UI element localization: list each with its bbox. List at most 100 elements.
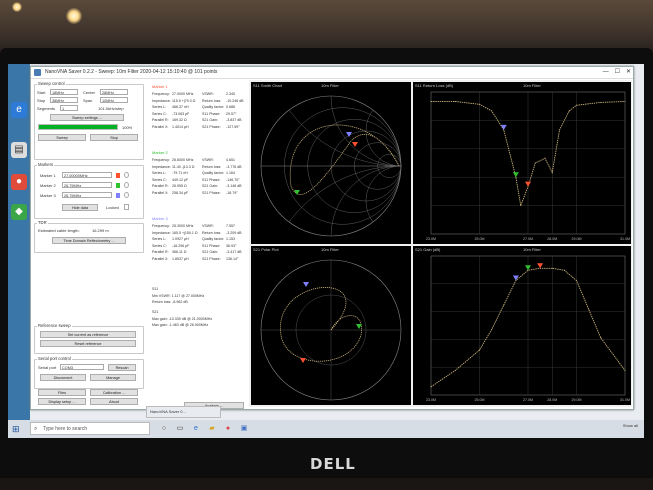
marker-frequency-input[interactable]: 27.00000MHz	[62, 172, 112, 178]
ceiling-light	[66, 8, 82, 24]
data-point	[454, 369, 456, 371]
taskbar-preview-item[interactable]: NanoVNA Saver 0...	[146, 406, 221, 418]
marker-data-key: Parallel R:	[152, 250, 169, 255]
locked-label: Locked	[106, 205, 119, 210]
smith-reactance-arc	[365, 165, 401, 236]
marker-data-value: 466.37 nH	[172, 105, 189, 110]
marker-data-value: -10.246 dB	[226, 98, 244, 103]
marker-data-key: Series L:	[152, 237, 167, 242]
serial-port-select[interactable]: COM3	[60, 364, 104, 370]
x-tick-label: 23.0M	[426, 398, 436, 402]
display-setup-button[interactable]: Display setup ...	[38, 398, 86, 405]
files-button[interactable]: Files	[38, 389, 86, 396]
marker-2-icon	[512, 172, 519, 178]
calibration-button[interactable]: Calibration ...	[90, 389, 138, 396]
x-tick-label: 29.0M	[572, 237, 582, 241]
polar-plot[interactable]: S21 Polar Plot 10m Filter	[251, 246, 411, 405]
start-input[interactable]: 18MHz	[50, 89, 78, 95]
data-point	[600, 337, 602, 339]
sweep-button[interactable]: Sweep	[38, 134, 86, 141]
marker-data-value: -3.417 dB	[226, 250, 242, 255]
tray-text[interactable]: Show all	[623, 423, 638, 428]
marker-data-key: S11 Phase:	[202, 243, 221, 248]
marker-data-title: Marker 2	[152, 150, 168, 155]
close-button[interactable]: ✕	[626, 67, 631, 78]
window-icon[interactable]: ▭	[174, 423, 186, 435]
marker-radio[interactable]	[124, 192, 129, 198]
search-icon: ⌕	[34, 426, 38, 432]
marker-color-swatch[interactable]	[116, 173, 120, 178]
smith-chart-series-name: 10m Filter	[321, 83, 339, 88]
search-input[interactable]: ⌕ Type here to search	[30, 422, 150, 435]
edge-icon[interactable]: e	[190, 423, 202, 435]
manage-button[interactable]: Manage	[90, 374, 136, 381]
locked-checkbox[interactable]	[124, 204, 129, 210]
stop-button[interactable]: Stop	[90, 134, 138, 141]
markers-label: Markers	[37, 162, 55, 167]
nanovna-app-icon[interactable]: ▣	[238, 423, 250, 435]
data-point	[430, 386, 432, 388]
span-input[interactable]: 10MHz	[100, 97, 128, 103]
hide-data-button[interactable]: Hide data	[62, 204, 98, 211]
minimize-button[interactable]: —	[603, 67, 609, 78]
data-point	[534, 162, 536, 164]
marker-1-icon	[525, 181, 531, 187]
data-point	[568, 110, 570, 112]
stop-input[interactable]: 38MHz	[50, 97, 78, 103]
marker-radio[interactable]	[124, 182, 129, 188]
marker-data-key: Impedance:	[152, 164, 171, 169]
marker-data-value: 1.153	[226, 237, 235, 242]
set-reference-button[interactable]: Set current as reference	[40, 331, 136, 338]
file-icon[interactable]: ▤	[11, 142, 27, 158]
marker-data-value: 1.164	[226, 171, 235, 176]
marker-data-value: 7.557	[226, 224, 235, 228]
chrome-icon[interactable]: ●	[11, 174, 27, 190]
maximize-button[interactable]: ☐	[615, 67, 620, 78]
marker-data-value: -3.776 dB	[226, 164, 242, 169]
windows-start-icon[interactable]: ⊞	[12, 424, 20, 435]
segments-input[interactable]: 1	[60, 105, 78, 111]
app-icon[interactable]: ◆	[11, 204, 27, 220]
cable-length-label: Estimated cable length:	[38, 228, 80, 233]
gain-chart[interactable]: 23.0M 25.0M 27.0M 28.0M 29.0M 31.0M S21 Gain …	[413, 246, 631, 405]
data-point	[624, 369, 626, 371]
stop-label: Stop	[37, 98, 46, 103]
x-tick-label: 31.0M	[620, 237, 630, 241]
marker-data-value: 2.340	[226, 92, 235, 96]
gain-svg: 23.0M 25.0M 27.0M 28.0M 29.0M 31.0M	[426, 255, 630, 402]
marker-data-value: 1.4014 μH	[172, 125, 189, 129]
return-loss-chart[interactable]: 23.0M 25.0M 27.0M 28.0M 29.0M 31.0M S11 Retur…	[413, 82, 631, 244]
marker-3-icon	[303, 282, 309, 287]
smith-chart[interactable]: S11 Smith Chart 10m Filter	[251, 82, 411, 244]
about-button[interactable]: About	[90, 398, 138, 405]
marker-data-key: Quality factor:	[202, 105, 225, 110]
marker-frequency-input[interactable]: 26.75MHz	[62, 192, 112, 198]
disconnect-button[interactable]: Disconnect	[40, 374, 86, 381]
center-input[interactable]: 28MHz	[100, 89, 128, 95]
marker-color-swatch[interactable]	[116, 183, 120, 188]
folder-icon[interactable]: ▰	[206, 423, 218, 435]
edge-icon[interactable]: e	[11, 102, 27, 118]
marker-color-swatch[interactable]	[116, 193, 120, 198]
task-view-icon[interactable]: ○	[158, 423, 170, 435]
reset-reference-button[interactable]: Reset reference	[40, 340, 136, 347]
data-point	[624, 100, 626, 102]
marker-data-value: 4.651	[226, 158, 235, 162]
rescan-button[interactable]: Rescan	[108, 364, 136, 371]
marker-data-value: 36.93°	[226, 243, 237, 248]
data-point	[491, 110, 493, 112]
marker-data-panel: Marker 1 Frequency: 27.0000 MHz VSWR: 2.340 I…	[150, 80, 246, 409]
sweep-control-label: Sweep control	[37, 81, 66, 86]
data-point	[544, 157, 546, 159]
sweep-settings-button[interactable]: Sweep settings ...	[50, 114, 124, 121]
marker-data-value: -3.837 dB	[226, 118, 242, 123]
marker-radio[interactable]	[124, 172, 129, 178]
data-point	[503, 304, 505, 306]
span-label: Span	[83, 98, 93, 103]
marker-data-key: S11 Phase:	[202, 111, 221, 116]
chrome-icon[interactable]: ●	[222, 423, 234, 435]
marker-data-key: Series L:	[152, 171, 167, 176]
marker-data-value: 165.5 +j150.1 Ω	[172, 230, 198, 235]
marker-frequency-input[interactable]: 26.75MHz	[62, 182, 112, 188]
tdr-button[interactable]: Time Domain Reflectometry ...	[52, 237, 126, 244]
